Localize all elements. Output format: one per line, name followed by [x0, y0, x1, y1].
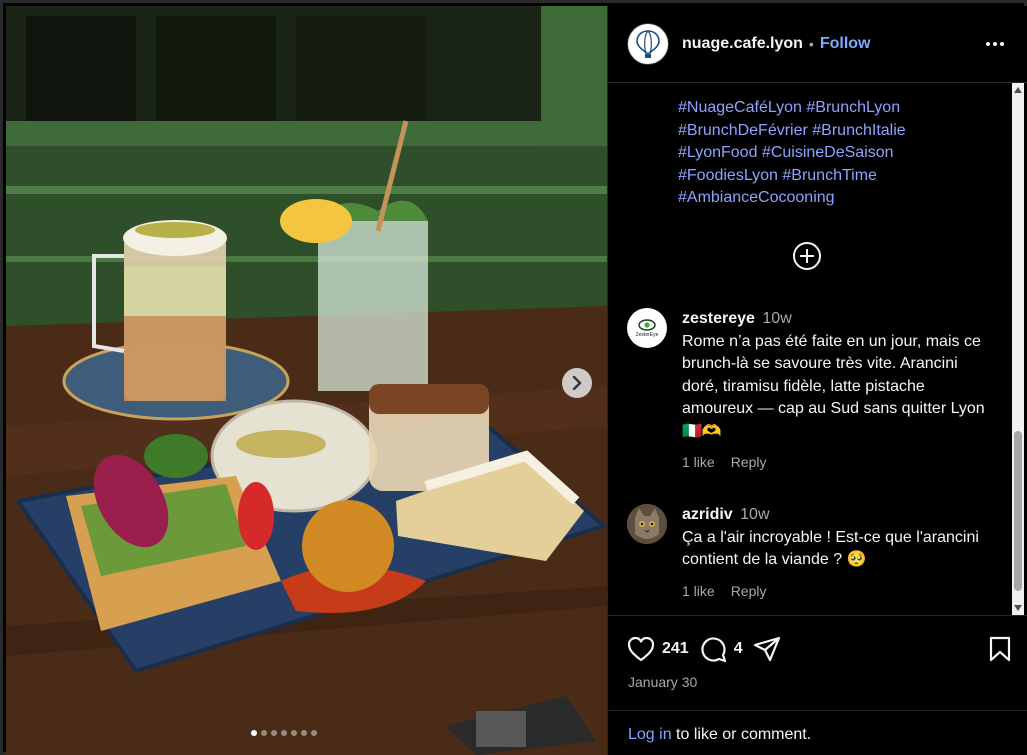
likes-count[interactable]: 241: [662, 640, 689, 658]
hashtag-link[interactable]: #NuageCaféLyon: [678, 99, 802, 116]
follow-button[interactable]: Follow: [820, 35, 871, 53]
carousel-dot[interactable]: [291, 730, 297, 736]
login-link[interactable]: Log in: [628, 726, 672, 743]
save-button[interactable]: [988, 635, 1012, 663]
caret-up-icon: [1014, 87, 1022, 93]
carousel-dot[interactable]: [251, 730, 257, 736]
post-photo[interactable]: [6, 6, 607, 755]
hashtag-link[interactable]: #BrunchTime: [782, 167, 877, 184]
carousel-dot[interactable]: [301, 730, 307, 736]
hashtag-link[interactable]: #FoodiesLyon: [678, 167, 778, 184]
more-dot-icon: [986, 42, 990, 46]
comment-item: azridiv 10w Ça a l'air incroyable ! Est-…: [627, 504, 997, 599]
comment-button[interactable]: [699, 635, 727, 663]
commenter-avatar-label: ZesterEye: [635, 331, 659, 338]
chevron-right-icon: [572, 376, 582, 390]
commenter-avatar[interactable]: ZesterEye: [627, 308, 667, 348]
eye-logo-icon: [638, 318, 656, 331]
carousel-dots: [251, 730, 317, 736]
comments-scrollbar[interactable]: [1012, 83, 1024, 615]
comment-reply-button[interactable]: Reply: [731, 583, 767, 599]
comment-meta: 1 like Reply: [682, 454, 997, 470]
post-date[interactable]: January 30: [628, 674, 697, 690]
share-button[interactable]: [753, 635, 781, 663]
heart-icon: [627, 636, 655, 662]
plus-circle-icon: [793, 242, 821, 270]
comment-likes[interactable]: 1 like: [682, 454, 715, 470]
scroll-up-button[interactable]: [1012, 83, 1024, 97]
paper-plane-icon: [753, 636, 780, 662]
comment-body: azridiv 10w Ça a l'air incroyable ! Est-…: [682, 504, 997, 599]
comments-section: #NuageCaféLyon #BrunchLyon #BrunchDeFévr…: [608, 83, 1027, 615]
author-username[interactable]: nuage.cafe.lyon: [682, 35, 803, 53]
more-dot-icon: [1000, 42, 1004, 46]
login-prompt-text: to like or comment.: [671, 726, 812, 743]
more-dot-icon: [993, 42, 997, 46]
comment-username[interactable]: azridiv: [682, 506, 733, 523]
cat-avatar-icon: [627, 504, 667, 544]
commenter-avatar[interactable]: [627, 504, 667, 544]
author-avatar[interactable]: [627, 23, 669, 65]
comment-body: zestereye 10w Rome n’a pas été faite en …: [682, 308, 997, 470]
header-separator: •: [808, 36, 814, 52]
scroll-down-button[interactable]: [1012, 601, 1024, 615]
login-prompt: Log in to like or comment.: [608, 710, 1027, 744]
hot-air-balloon-logo-icon: [636, 30, 660, 58]
post-sidebar: nuage.cafe.lyon • Follow #NuageCaféLyon …: [607, 6, 1027, 755]
next-slide-button[interactable]: [562, 368, 592, 398]
comment-reply-button[interactable]: Reply: [731, 454, 767, 470]
caption-hashtags: #NuageCaféLyon #BrunchLyon #BrunchDeFévr…: [678, 97, 998, 210]
comment-likes[interactable]: 1 like: [682, 583, 715, 599]
hashtag-link[interactable]: #BrunchItalie: [812, 122, 905, 139]
carousel-dot[interactable]: [311, 730, 317, 736]
post-modal: nuage.cafe.lyon • Follow #NuageCaféLyon …: [0, 0, 1027, 755]
hashtag-link[interactable]: #LyonFood: [678, 144, 757, 161]
comment-bubble-icon: [701, 637, 726, 663]
action-bar: 241 4: [627, 634, 1012, 664]
hashtag-link[interactable]: #BrunchDeFévrier: [678, 122, 808, 139]
post-header: nuage.cafe.lyon • Follow: [608, 6, 1027, 83]
comment-meta: 1 like Reply: [682, 583, 997, 599]
bookmark-icon: [989, 636, 1011, 662]
post-actions: 241 4 January 30 Log in to like or comme…: [608, 615, 1027, 755]
carousel-dot[interactable]: [271, 730, 277, 736]
comment-text-line: zestereye 10w Rome n’a pas été faite en …: [682, 308, 997, 443]
comment-time[interactable]: 10w: [762, 310, 791, 327]
hashtag-link[interactable]: #CuisineDeSaison: [762, 144, 894, 161]
comment-text: Rome n’a pas été faite en un jour, mais …: [682, 332, 985, 440]
more-options-button[interactable]: [981, 34, 1009, 54]
comments-count[interactable]: 4: [734, 640, 743, 658]
hashtag-link[interactable]: #AmbianceCocooning: [678, 189, 835, 206]
comment-username[interactable]: zestereye: [682, 310, 755, 327]
carousel-dot[interactable]: [281, 730, 287, 736]
brunch-photo-illustration: [6, 6, 607, 755]
load-more-comments-button[interactable]: [792, 241, 822, 271]
hashtag-link[interactable]: #BrunchLyon: [806, 99, 900, 116]
comment-time[interactable]: 10w: [740, 506, 769, 523]
comment-item: ZesterEye zestereye 10w Rome n’a pas été…: [627, 308, 997, 470]
like-button[interactable]: [627, 636, 655, 662]
caret-down-icon: [1014, 605, 1022, 611]
comment-text-line: azridiv 10w Ça a l'air incroyable ! Est-…: [682, 504, 997, 572]
scrollbar-thumb[interactable]: [1014, 431, 1022, 591]
carousel-dot[interactable]: [261, 730, 267, 736]
comment-text: Ça a l'air incroyable ! Est-ce que l'ara…: [682, 528, 979, 569]
